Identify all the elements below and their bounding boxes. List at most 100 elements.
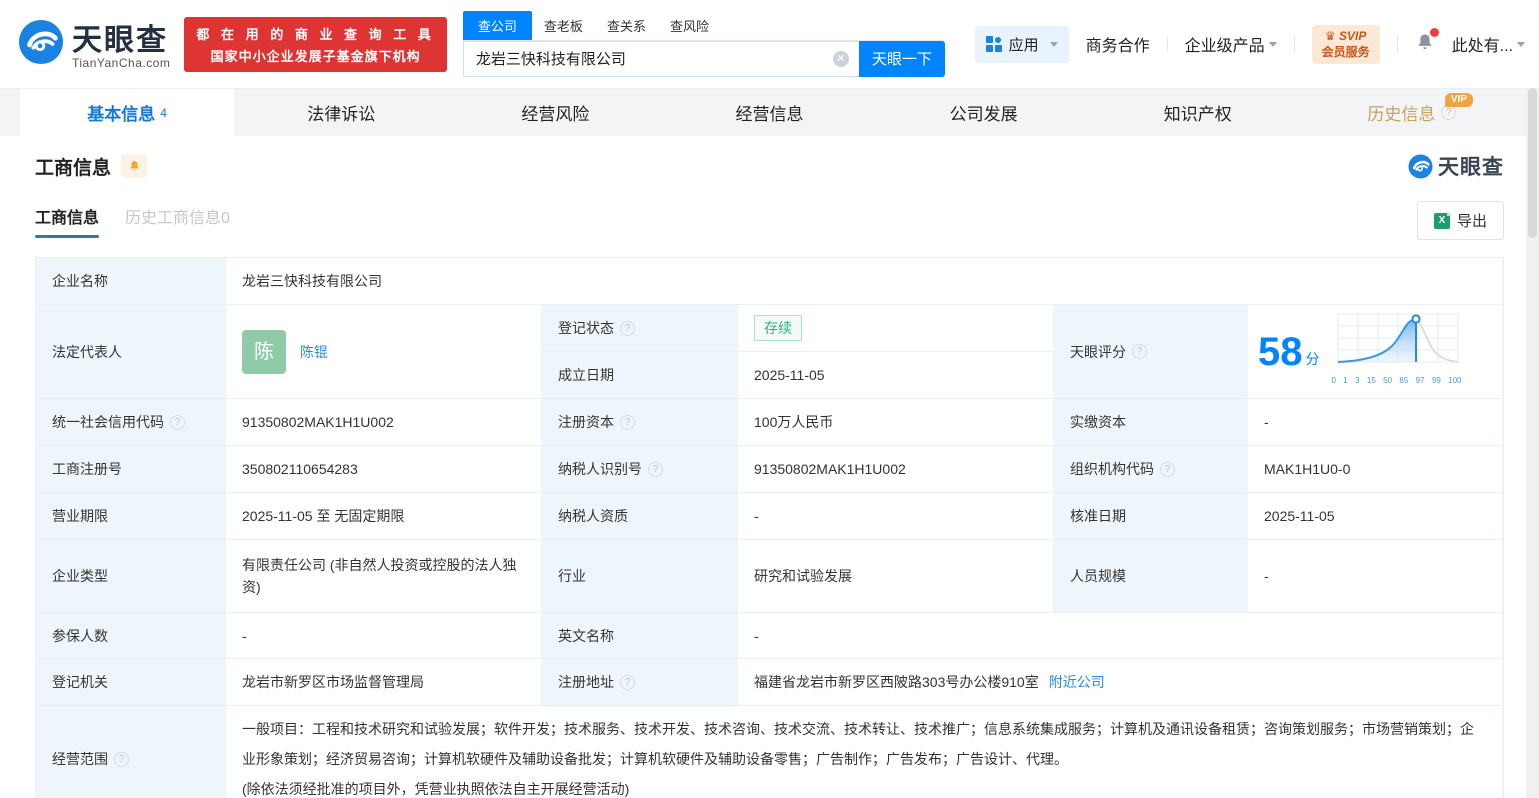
field-label-insured-count: 参保人数 (36, 613, 226, 659)
field-label-staff-size: 人员规模 (1054, 540, 1248, 613)
field-label-registration-status: 登记状态? (542, 305, 738, 352)
field-value-tyc-score[interactable]: 58 分 0 1 3 15 50 85 97 99 100 (1248, 305, 1503, 399)
field-value-english-name: - (738, 613, 1503, 659)
tianyancha-logo[interactable]: 天眼查 TianYanCha.com (18, 19, 170, 70)
help-icon[interactable]: ? (1132, 344, 1147, 359)
business-scope-note: (除依法须经批准的项目外，凭营业执照依法自主开展经营活动) (242, 781, 630, 797)
field-value-paid-in-capital: - (1248, 399, 1503, 446)
field-label-english-name: 英文名称 (542, 613, 738, 659)
tab-label: 经营风险 (521, 105, 590, 124)
export-button[interactable]: X 导出 (1416, 201, 1504, 240)
tab-basic-info[interactable]: 基本信息 4 (20, 89, 235, 136)
search-tab-relation[interactable]: 查关系 (595, 11, 658, 40)
legal-representative-avatar[interactable]: 陈 (242, 329, 286, 374)
tab-count: 4 (160, 105, 167, 120)
address-text: 福建省龙岩市新罗区西陂路303号办公楼910室 (754, 674, 1039, 690)
brand-name: 天眼查 (72, 23, 168, 57)
divider (1396, 36, 1398, 52)
search-input[interactable] (462, 40, 859, 77)
field-label-taxpayer-id: 纳税人识别号? (542, 446, 738, 493)
tab-label: 知识产权 (1163, 105, 1232, 124)
help-icon[interactable]: ? (170, 414, 185, 430)
search-area: 查公司 查老板 查关系 查风险 ✕ 天眼一下 (462, 10, 945, 77)
field-label-industry: 行业 (542, 540, 738, 613)
score-axis-labels: 0 1 3 15 50 85 97 99 100 (1331, 375, 1462, 385)
help-icon[interactable]: ? (1441, 105, 1457, 120)
field-value-staff-size: - (1248, 540, 1503, 613)
help-icon[interactable]: ? (1160, 461, 1175, 477)
field-label-registered-address: 注册地址? (542, 659, 738, 706)
field-value-company-name: 龙岩三快科技有限公司 (226, 258, 1503, 305)
business-info-table: 企业名称 龙岩三快科技有限公司 法定代表人 陈 陈锟 登记状态? 存续 成立日期… (35, 257, 1504, 798)
clear-search-icon[interactable]: ✕ (832, 50, 849, 67)
tab-operating-risk[interactable]: 经营风险 (448, 89, 662, 136)
help-icon[interactable]: ? (620, 674, 635, 690)
search-tab-company[interactable]: 查公司 (462, 10, 532, 40)
field-label-registration-authority: 登记机关 (36, 659, 226, 706)
tab-label: 基本信息 (87, 105, 156, 124)
tab-label: 历史信息 (1367, 105, 1436, 124)
help-icon[interactable]: ? (648, 461, 663, 477)
tianyancha-watermark: 天眼查 (1408, 151, 1504, 181)
label-text: 组织机构代码 (1070, 461, 1154, 477)
tab-operating-info[interactable]: 经营信息 (662, 89, 876, 136)
field-label-organization-code: 组织机构代码? (1054, 446, 1248, 493)
help-icon[interactable]: ? (620, 414, 635, 430)
business-scope-text: 一般项目：工程和技术研究和试验发展；软件开发；技术服务、技术开发、技术咨询、技术… (242, 721, 1474, 767)
top-header: 天眼查 TianYanCha.com 都 在 用 的 商 业 查 询 工 具 国… (0, 0, 1539, 88)
subtab-business-info[interactable]: 工商信息 (35, 204, 100, 238)
scrollbar-thumb[interactable] (1528, 88, 1537, 238)
label-text: 经营范围 (52, 751, 108, 767)
nav-enterprise-products[interactable]: 企业级产品 (1185, 32, 1277, 56)
tab-company-development[interactable]: 公司发展 (877, 89, 1091, 136)
field-value-business-term: 2025-11-05 至 无固定期限 (226, 493, 542, 540)
tab-history-info[interactable]: VIP 历史信息 ? (1305, 89, 1519, 136)
field-value-taxpayer-qualification: - (738, 493, 1054, 540)
field-value-registration-status: 存续 (738, 305, 1054, 352)
help-icon[interactable]: ? (114, 751, 129, 767)
score-number: 58 (1258, 329, 1303, 374)
label-text: 统一社会信用代码 (52, 414, 164, 430)
notification-bell-icon[interactable] (1415, 27, 1439, 58)
section-title: 工商信息 (35, 157, 112, 179)
field-label-approval-date: 核准日期 (1054, 493, 1248, 540)
search-tab-boss[interactable]: 查老板 (532, 11, 595, 40)
field-value-organization-code: MAK1H1U0-0 (1248, 446, 1503, 493)
user-account-menu[interactable]: 此处有... (1452, 32, 1525, 56)
nearby-companies-link[interactable]: 附近公司 (1049, 671, 1105, 693)
help-icon[interactable]: ? (620, 320, 635, 336)
slogan-line1: 都 在 用 的 商 业 查 询 工 具 (196, 26, 435, 42)
field-value-business-scope: 一般项目：工程和技术研究和试验发展；软件开发；技术服务、技术开发、技术咨询、技术… (226, 706, 1503, 798)
field-value-registered-address: 福建省龙岩市新罗区西陂路303号办公楼910室 附近公司 (738, 659, 1503, 706)
field-label-establish-date: 成立日期 (542, 352, 738, 399)
scrollbar-track[interactable] (1526, 88, 1539, 798)
watermark-text: 天眼查 (1438, 156, 1504, 179)
notification-dot (1429, 27, 1439, 37)
slogan-line2: 国家中小企业发展子基金旗下机构 (210, 48, 421, 64)
subtab-history-business-info[interactable]: 历史工商信息0 (125, 204, 230, 238)
field-label-paid-in-capital: 实缴资本 (1054, 399, 1248, 446)
search-button[interactable]: 天眼一下 (858, 40, 945, 77)
field-value-insured-count: - (226, 613, 542, 659)
chevron-down-icon (1268, 41, 1277, 47)
nav-business-cooperation[interactable]: 商务合作 (1086, 32, 1150, 56)
excel-icon: X (1433, 210, 1452, 229)
field-label-business-term: 营业期限 (36, 493, 226, 540)
tab-legal-litigation[interactable]: 法律诉讼 (234, 89, 448, 136)
header-nav: 应用 商务合作 企业级产品 ♛ SVIP 会员服务 此处有... (974, 24, 1525, 64)
subscribe-bell-icon[interactable] (121, 154, 148, 178)
svip-membership-badge[interactable]: ♛ SVIP 会员服务 (1311, 24, 1380, 64)
tab-intellectual-property[interactable]: 知识产权 (1091, 89, 1305, 136)
tianyancha-eye-icon (18, 19, 64, 70)
field-label-company-type: 企业类型 (36, 540, 226, 613)
field-label-credit-code: 统一社会信用代码? (36, 399, 226, 446)
search-tab-risk[interactable]: 查风险 (658, 11, 721, 40)
label-text: 注册资本 (558, 414, 614, 430)
apps-menu[interactable]: 应用 (974, 25, 1069, 63)
field-value-credit-code: 91350802MAK1H1U002 (226, 399, 542, 446)
divider (1166, 36, 1168, 52)
tab-label: 公司发展 (949, 105, 1018, 124)
tab-label: 经营信息 (735, 105, 804, 124)
legal-representative-link[interactable]: 陈锟 (300, 341, 328, 363)
chevron-down-icon (1049, 41, 1058, 47)
